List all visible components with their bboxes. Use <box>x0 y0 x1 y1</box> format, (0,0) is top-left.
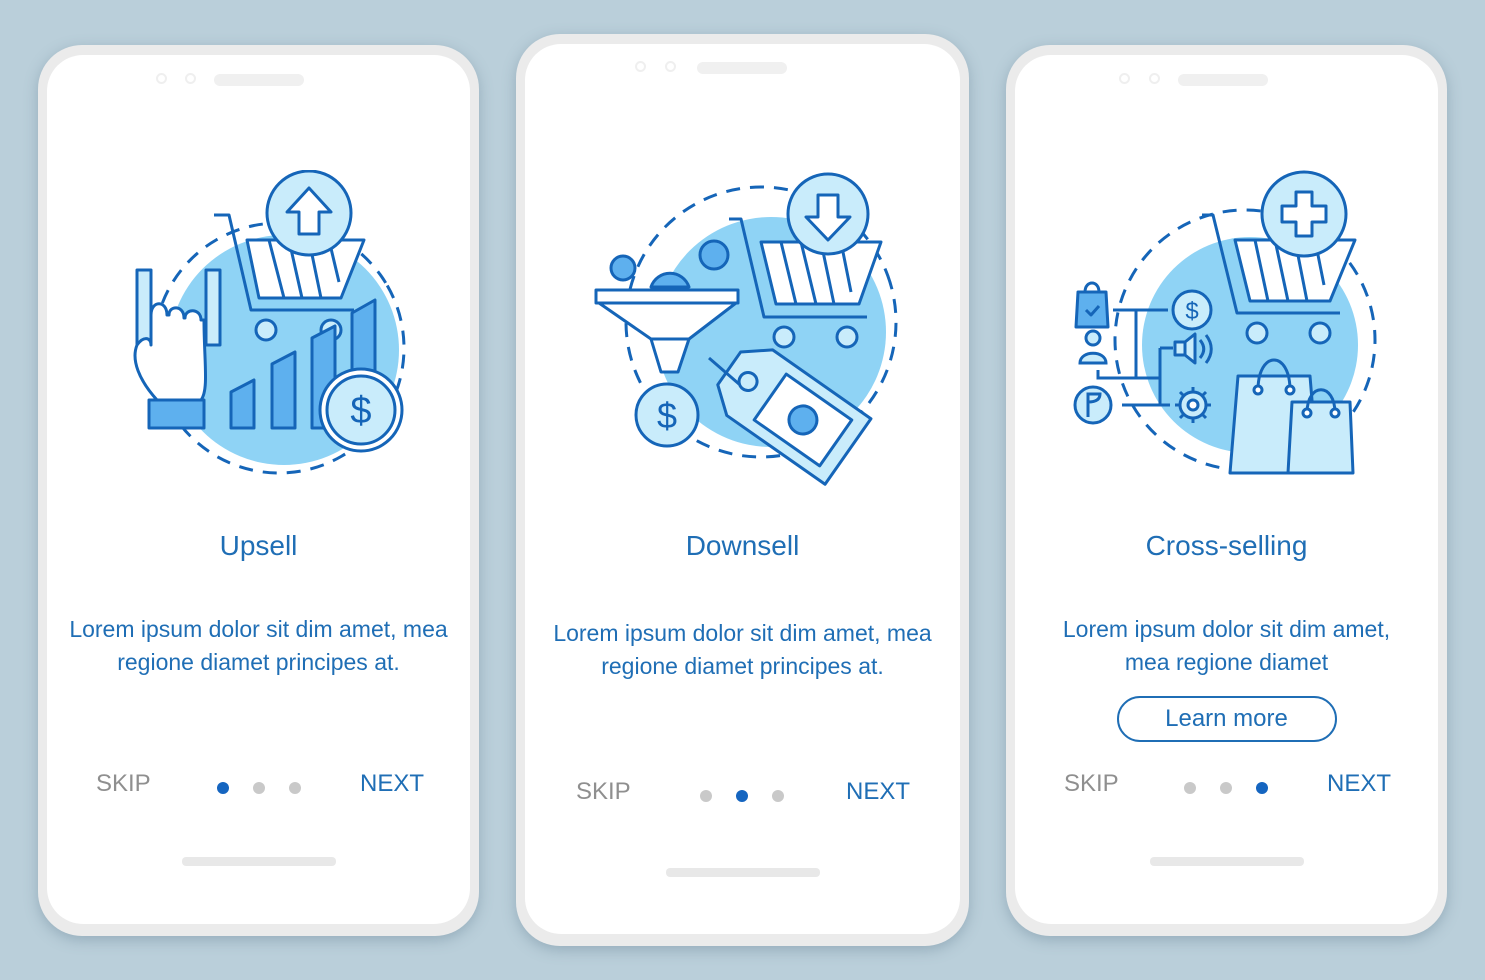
camera-dot <box>635 61 646 72</box>
screen-cross-selling: $ Cross-selling Lorem ipsum dolor sit di… <box>1015 55 1438 924</box>
dollar-icon: $ <box>1171 289 1213 331</box>
gear-icon <box>1175 387 1211 423</box>
downsell-illustration: $ <box>594 172 898 486</box>
page-dot-3[interactable] <box>289 782 301 794</box>
svg-text:$: $ <box>350 390 371 432</box>
skip-button[interactable]: SKIP <box>96 770 151 798</box>
camera-dot <box>665 61 676 72</box>
arrow-up-icon <box>265 170 353 257</box>
learn-more-button[interactable]: Learn more <box>1116 696 1337 742</box>
shopping-bag-check-icon <box>1074 281 1110 329</box>
pagination-dots <box>700 790 784 802</box>
skip-button[interactable]: SKIP <box>576 778 631 806</box>
pagination-dots <box>217 782 301 794</box>
home-indicator <box>1149 857 1304 866</box>
speaker-bar <box>697 62 787 74</box>
flag-icon <box>1073 385 1113 425</box>
screen-title: Downsell <box>685 530 800 561</box>
camera-dot <box>1149 73 1160 84</box>
page-dot-3-active[interactable] <box>1256 782 1268 794</box>
screen-description: Lorem ipsum dolor sit dim amet, mea regi… <box>553 620 932 679</box>
phone-cross-selling: $ Cross-selling Lorem ipsum dolor sit di… <box>1006 45 1447 936</box>
dollar-coin-icon: $ <box>318 367 404 453</box>
dollar-coin-icon: $ <box>634 382 700 448</box>
screen-title: Upsell <box>219 530 298 561</box>
pagination-dots <box>1184 782 1268 794</box>
svg-text:$: $ <box>1185 298 1198 325</box>
speaker-bar <box>1178 74 1268 86</box>
next-button[interactable]: NEXT <box>1327 770 1391 798</box>
page-dot-1[interactable] <box>700 790 712 802</box>
speaker-bar <box>214 74 304 86</box>
user-icon <box>1078 329 1108 365</box>
screen-description: Lorem ipsum dolor sit dim amet, mea regi… <box>69 616 448 675</box>
skip-button[interactable]: SKIP <box>1064 770 1119 798</box>
screen-upsell: $ Upsell Lorem ipsum dolor sit dim amet,… <box>47 55 470 924</box>
screen-title: Cross-selling <box>1145 530 1308 561</box>
next-button[interactable]: NEXT <box>846 778 910 806</box>
page-dot-1[interactable] <box>1184 782 1196 794</box>
upsell-illustration: $ <box>133 170 406 475</box>
home-indicator <box>665 868 820 877</box>
camera-dot <box>156 73 167 84</box>
phone-upsell: $ Upsell Lorem ipsum dolor sit dim amet,… <box>38 45 479 936</box>
page-dot-1-active[interactable] <box>217 782 229 794</box>
arrow-down-icon <box>786 172 870 256</box>
svg-text:$: $ <box>657 395 677 436</box>
home-indicator <box>181 857 336 866</box>
page-dot-3[interactable] <box>772 790 784 802</box>
camera-dot <box>185 73 196 84</box>
camera-dot <box>1119 73 1130 84</box>
next-button[interactable]: NEXT <box>360 770 424 798</box>
cross-selling-illustration: $ <box>1073 170 1377 475</box>
screen-description: Lorem ipsum dolor sit dim amet, mea regi… <box>1062 616 1391 675</box>
phone-downsell: $ Downsell Lorem ipsum dolor sit dim ame… <box>516 34 969 946</box>
plus-icon <box>1260 170 1348 258</box>
page-dot-2-active[interactable] <box>736 790 748 802</box>
page-dot-2[interactable] <box>253 782 265 794</box>
screen-downsell: $ Downsell Lorem ipsum dolor sit dim ame… <box>525 44 960 934</box>
page-dot-2[interactable] <box>1220 782 1232 794</box>
